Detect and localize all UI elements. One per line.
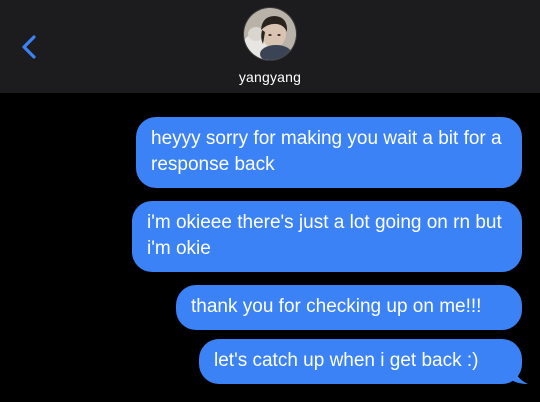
- message-text: i'm okieee there's just a lot going on r…: [147, 212, 502, 259]
- message-bubble[interactable]: heyyy sorry for making you wait a bit fo…: [136, 117, 522, 188]
- contact-name[interactable]: yangyang: [0, 69, 540, 85]
- conversation-header: yangyang: [0, 0, 540, 93]
- chevron-left-icon: [22, 35, 36, 59]
- message-bubble[interactable]: let's catch up when i get back :): [199, 339, 528, 384]
- message-text: let's catch up when i get back :): [214, 350, 479, 371]
- message-bubble[interactable]: i'm okieee there's just a lot going on r…: [132, 201, 522, 272]
- avatar-photo: [244, 8, 296, 60]
- message-bubble[interactable]: thank you for checking up on me!!!: [176, 285, 522, 330]
- back-button[interactable]: [14, 30, 44, 64]
- bubble-tail: [508, 366, 528, 384]
- messages-screen: yangyang heyyy sorry for making you wait…: [0, 0, 540, 402]
- message-text: heyyy sorry for making you wait a bit fo…: [151, 128, 502, 175]
- message-thread[interactable]: heyyy sorry for making you wait a bit fo…: [0, 93, 540, 402]
- message-text: thank you for checking up on me!!!: [191, 296, 482, 317]
- contact-avatar[interactable]: [244, 8, 296, 60]
